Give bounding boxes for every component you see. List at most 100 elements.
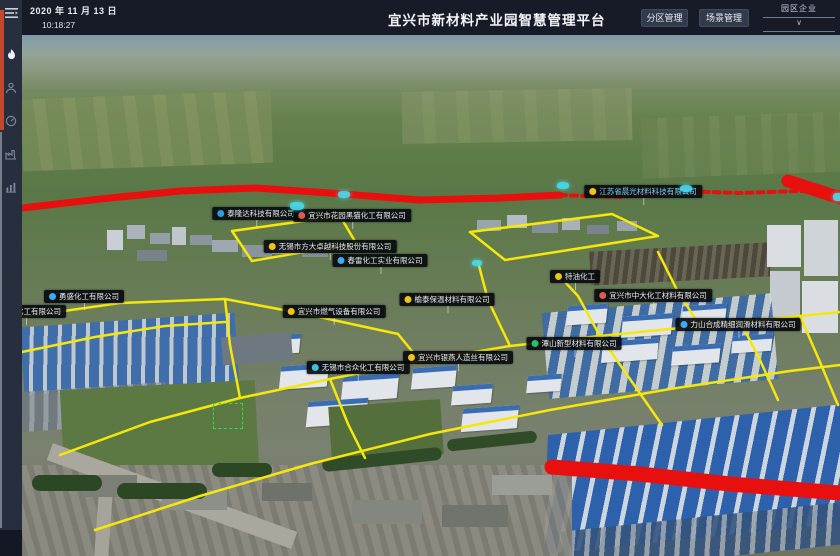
company-marker-icon (405, 296, 412, 303)
company-label[interactable]: 潭山新型材料有限公司 (527, 337, 622, 350)
user-icon (5, 82, 17, 94)
factory-building (137, 250, 167, 261)
white-building (804, 220, 838, 276)
factory-building (212, 240, 238, 252)
company-marker-icon (589, 188, 596, 195)
factory-building (461, 405, 519, 432)
company-label[interactable]: 宜兴市花园黑猫化工有限公司 (293, 209, 411, 222)
tree-row (447, 430, 538, 451)
field-texture (22, 91, 273, 172)
factory-building (451, 384, 493, 406)
company-label-text: 宜兴市燃气设备有限公司 (298, 306, 381, 317)
company-label[interactable]: 江苏省晨光材料科技有限公司 (584, 185, 702, 198)
company-label[interactable]: 春雷化工实业有限公司 (333, 254, 428, 267)
hamburger-icon (5, 8, 18, 19)
dense-roofs (589, 242, 771, 285)
company-label-text: 江苏省晨光材料科技有限公司 (599, 186, 697, 197)
company-label[interactable]: 宜兴市中大化工材料有限公司 (594, 289, 712, 302)
factory-building (621, 313, 673, 338)
factory-building (341, 373, 400, 402)
company-marker-icon (269, 243, 276, 250)
company-label-text: 宜兴市花园黑猫化工有限公司 (308, 210, 406, 221)
bar-chart-icon (5, 181, 17, 193)
field-texture (641, 112, 840, 179)
company-label[interactable]: 无锡市合众化工有限公司 (307, 361, 410, 374)
old-building (442, 505, 508, 527)
company-label-text: 宜兴市中大化工材料有限公司 (609, 290, 707, 301)
factory-building (221, 333, 293, 366)
white-building (802, 281, 838, 333)
sidebar-scroll-track[interactable] (0, 132, 2, 528)
factory-building (477, 220, 501, 231)
factory-building (566, 304, 608, 326)
company-label[interactable]: 无锡市方大卓越科技股份有限公司 (264, 240, 397, 253)
sidebar (0, 0, 22, 530)
company-label[interactable]: 勇盛化工有限公司 (44, 290, 124, 303)
old-building (352, 500, 422, 524)
factory-building (562, 218, 580, 230)
flame-icon (6, 49, 17, 62)
company-label-text: 宜兴市银燕人造丝有限公司 (418, 352, 508, 363)
company-label[interactable]: 宜兴市银燕人造丝有限公司 (403, 351, 513, 364)
company-label[interactable]: 特油化工 (550, 270, 600, 283)
white-building (767, 225, 801, 267)
company-marker-icon (532, 340, 539, 347)
factory-icon (5, 148, 17, 160)
company-label-text: 特油化工 (565, 271, 595, 282)
company-label-text: 春雷化工实业有限公司 (348, 255, 423, 266)
company-label[interactable]: 力山合成精细润滑材料有限公司 (676, 318, 801, 331)
factory-building (127, 225, 145, 239)
field-texture (402, 88, 633, 144)
divider (763, 31, 835, 32)
tree-row (212, 463, 272, 477)
park-enterprise-dropdown[interactable]: 园区企业 ∨ (763, 3, 835, 32)
chevron-down-icon: ∨ (763, 18, 835, 28)
company-marker-icon (217, 210, 224, 217)
factory-building (150, 233, 170, 244)
factory-building (190, 235, 212, 245)
company-marker-icon (408, 354, 415, 361)
company-marker-icon (338, 257, 345, 264)
company-label-text: 力山合成精细润滑材料有限公司 (691, 319, 796, 330)
tree-row (117, 483, 207, 499)
zone-management-button[interactable]: 分区管理 (641, 9, 688, 27)
factory-building (411, 365, 457, 389)
sidebar-accent-strip (0, 10, 4, 130)
sidebar-item-statistics[interactable] (0, 176, 22, 198)
factory-building (172, 227, 186, 245)
datetime-block: 2020 年 11 月 13 日 10:18:27 (30, 4, 117, 30)
company-label-text: 潭山新型材料有限公司 (542, 338, 617, 349)
company-label[interactable]: 宜兴市燃气设备有限公司 (283, 305, 386, 318)
scene-management-button[interactable]: 场景管理 (699, 9, 749, 27)
factory-building (587, 225, 609, 234)
company-label-text: 无锡市方大卓越科技股份有限公司 (279, 241, 392, 252)
page-title: 宜兴市新材料产业园智慧管理平台 (388, 9, 606, 29)
old-building (262, 483, 312, 501)
factory-building (526, 374, 562, 394)
factory-building (107, 230, 123, 250)
company-marker-icon (49, 293, 56, 300)
company-marker-icon (298, 212, 305, 219)
company-marker-icon (681, 321, 688, 328)
company-marker-icon (555, 273, 562, 280)
company-label-text: 无锡市合众化工有限公司 (322, 362, 405, 373)
company-label[interactable]: 榆泰保温材料有限公司 (400, 293, 495, 306)
company-marker-icon (288, 308, 295, 315)
top-bar: 2020 年 11 月 13 日 10:18:27 宜兴市新材料产业园智慧管理平… (0, 0, 840, 35)
factory-building (507, 215, 527, 228)
company-label[interactable]: 泰隆达科技有限公司 (212, 207, 300, 220)
sidebar-item-enterprise[interactable] (0, 143, 22, 165)
company-marker-icon (599, 292, 606, 299)
factory-building (532, 223, 558, 233)
white-building (770, 271, 800, 317)
tree-row (32, 475, 102, 491)
current-date: 2020 年 11 月 13 日 (30, 4, 117, 17)
company-label-text: 泰隆达科技有限公司 (227, 208, 295, 219)
factory-building (671, 343, 721, 366)
company-label-text: 勇盛化工有限公司 (59, 291, 119, 302)
old-building (492, 475, 552, 495)
current-time: 10:18:27 (42, 20, 117, 30)
park-enterprise-dropdown-label: 园区企业 (763, 3, 835, 14)
company-label-text: 榆泰保温材料有限公司 (415, 294, 490, 305)
gauge-icon (5, 115, 17, 127)
